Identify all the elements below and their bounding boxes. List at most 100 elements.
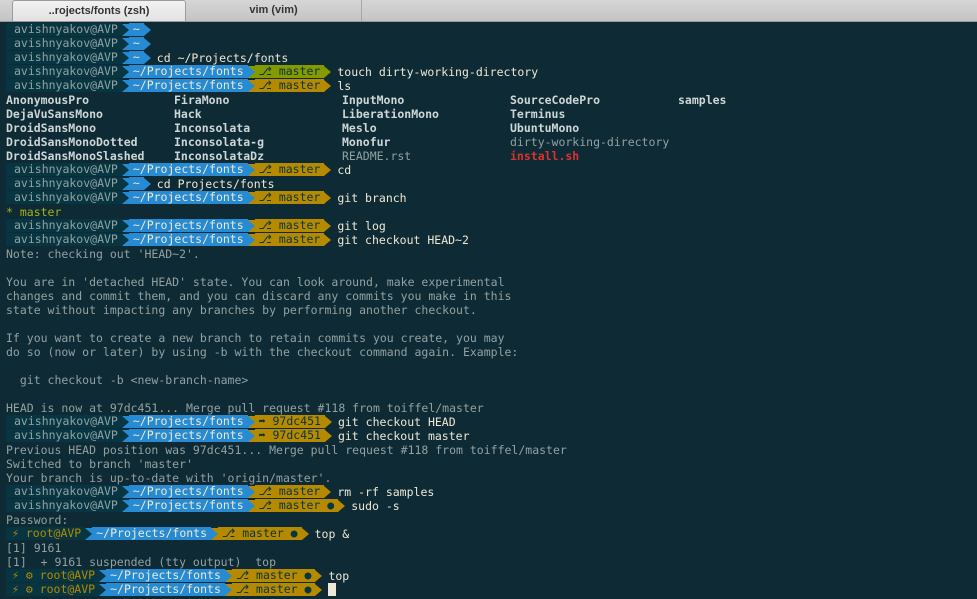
- ls-entry: FiraMono: [174, 93, 230, 107]
- segment-separator-icon: [121, 429, 129, 442]
- prompt: ⚡ ⚙ root@AVP ~/Projects/fonts ⎇ master ●: [6, 569, 323, 582]
- prompt-line: avishnyakov@AVP ~/Projects/fonts ⎇ master g…: [0, 233, 977, 247]
- prompt-line: ⚡ ⚙ root@AVP ~/Projects/fonts ⎇ master ●: [0, 583, 977, 597]
- prompt-segment-path: ~/Projects/fonts: [128, 499, 248, 512]
- prompt-line: avishnyakov@AVP ~/Projects/fonts ⎇ master g…: [0, 191, 977, 205]
- prompt: ⚡ ⚙ root@AVP ~/Projects/fonts ⎇ master ●: [6, 583, 323, 596]
- output-line: HEAD is now at 97dc451... Merge pull req…: [0, 401, 977, 415]
- prompt-segment-path: ~/Projects/fonts: [92, 527, 212, 540]
- terminal-output[interactable]: avishnyakov@AVP ~ avishnyakov@AVP ~ avishnya…: [0, 23, 977, 599]
- command-text: git log: [337, 219, 386, 233]
- command-text: top &: [314, 527, 350, 541]
- prompt-segment-path: ~/Projects/fonts: [128, 485, 248, 498]
- prompt-segment-path: ~/Projects/fonts: [106, 583, 225, 596]
- prompt: ⚡ root@AVP ~/Projects/fonts ⎇ master ●: [6, 527, 309, 540]
- ls-entry: Terminus: [510, 107, 566, 121]
- output-line: git checkout -b <new-branch-name>: [0, 373, 977, 387]
- ls-output-line: DroidSansMonoSlashed InconsolataDz README.…: [0, 149, 977, 163]
- prompt: avishnyakov@AVP ~: [6, 23, 151, 36]
- segment-separator-icon: [121, 191, 129, 204]
- prompt-line: avishnyakov@AVP ~/Projects/fonts ⎇ master g…: [0, 219, 977, 233]
- prompt: avishnyakov@AVP ~/Projects/fonts ⎇ master: [6, 219, 332, 232]
- segment-separator-icon: [143, 37, 151, 50]
- prompt-segment-path: ~/Projects/fonts: [128, 163, 248, 176]
- prompt: avishnyakov@AVP ~: [6, 37, 151, 50]
- command-text: cd: [337, 163, 352, 177]
- prompt-segment-root: ⚡ ⚙ root@AVP: [6, 583, 100, 596]
- segment-separator-icon: [121, 233, 129, 246]
- segment-separator-icon: [85, 527, 93, 540]
- command-text: sudo -s: [351, 499, 400, 513]
- command-text: git checkout HEAD~2: [337, 233, 469, 247]
- segment-separator-icon: [247, 415, 255, 428]
- prompt-segment-clean: ⎇ master: [254, 65, 325, 78]
- ls-entry: Hack: [174, 107, 202, 121]
- prompt: avishnyakov@AVP ~/Projects/fonts ➦ 97dc451: [6, 429, 332, 442]
- ls-entry: LiberationMono: [342, 107, 439, 121]
- tab-vim[interactable]: vim (vim): [186, 0, 362, 21]
- prompt-segment-user: avishnyakov@AVP: [6, 219, 122, 232]
- prompt-line: avishnyakov@AVP ~ cd ~/Projects/fonts: [0, 51, 977, 65]
- output-line: You are in 'detached HEAD' state. You ca…: [0, 275, 977, 289]
- output-text: Your branch is up-to-date with 'origin/m…: [6, 471, 332, 485]
- prompt-segment-path: ~/Projects/fonts: [128, 219, 248, 232]
- command-text: git branch: [337, 191, 407, 205]
- output-line: [1] + 9161 suspended (tty output) top: [0, 555, 977, 569]
- output-text: Previous HEAD position was 97dc451... Me…: [6, 443, 567, 457]
- output-text: do so (now or later) by using -b with th…: [6, 345, 519, 359]
- prompt-segment-path: ~/Projects/fonts: [128, 79, 248, 92]
- segment-separator-icon: [143, 23, 151, 36]
- segment-separator-icon: [324, 429, 332, 442]
- segment-separator-icon: [224, 569, 232, 582]
- prompt-line: avishnyakov@AVP ~/Projects/fonts ⎇ master c…: [0, 163, 977, 177]
- prompt-line: ⚡ ⚙ root@AVP ~/Projects/fonts ⎇ master ● to…: [0, 569, 977, 583]
- segment-separator-icon: [247, 485, 255, 498]
- prompt-line: avishnyakov@AVP ~ cd Projects/fonts: [0, 177, 977, 191]
- prompt-segment-path: ~/Projects/fonts: [128, 233, 248, 246]
- output-line: If you want to create a new branch to re…: [0, 331, 977, 345]
- segment-separator-icon: [247, 163, 255, 176]
- segment-separator-icon: [247, 219, 255, 232]
- prompt-line: avishnyakov@AVP ~/Projects/fonts ⎇ master l…: [0, 79, 977, 93]
- segment-separator-icon: [247, 79, 255, 92]
- segment-separator-icon: [247, 429, 255, 442]
- output-line: changes and commit them, and you can dis…: [0, 289, 977, 303]
- output-text: You are in 'detached HEAD' state. You ca…: [6, 275, 505, 289]
- prompt: avishnyakov@AVP ~: [6, 51, 151, 64]
- output-text: [1] 9161: [6, 541, 62, 555]
- output-text: Switched to branch 'master': [6, 457, 193, 471]
- segment-separator-icon: [99, 583, 107, 596]
- output-text: git checkout -b <new-branch-name>: [6, 373, 249, 387]
- output-text: changes and commit them, and you can dis…: [6, 289, 512, 303]
- prompt-segment-path: ~/Projects/fonts: [128, 191, 248, 204]
- prompt-line: avishnyakov@AVP ~/Projects/fonts ⎇ master t…: [0, 65, 977, 79]
- command-text: ls: [337, 79, 352, 93]
- prompt-line: ⚡ root@AVP ~/Projects/fonts ⎇ master ● top …: [0, 527, 977, 541]
- segment-separator-icon: [247, 499, 255, 512]
- segment-separator-icon: [247, 191, 255, 204]
- command-text: git checkout master: [337, 429, 470, 443]
- output-line: do so (now or later) by using -b with th…: [0, 345, 977, 359]
- command-text: top: [328, 569, 350, 583]
- prompt-segment-path: ~: [128, 51, 144, 64]
- ls-entry: DroidSansMonoDotted: [6, 135, 138, 149]
- prompt-segment-path: ~/Projects/fonts: [106, 569, 225, 582]
- tab-zsh[interactable]: ..rojects/fonts (zsh): [12, 0, 186, 21]
- segment-separator-icon: [99, 569, 107, 582]
- prompt-segment-user: avishnyakov@AVP: [6, 429, 122, 442]
- prompt: avishnyakov@AVP ~: [6, 177, 151, 190]
- segment-separator-icon: [121, 51, 129, 64]
- segment-separator-icon: [121, 65, 129, 78]
- ls-output-line: DroidSansMono Inconsolata Meslo UbuntuMono: [0, 121, 977, 135]
- prompt-segment-user: avishnyakov@AVP: [6, 65, 122, 78]
- ls-entry: UbuntuMono: [510, 121, 580, 135]
- segment-separator-icon: [247, 65, 255, 78]
- prompt-line: avishnyakov@AVP ~/Projects/fonts ➦ 97dc451…: [0, 415, 977, 429]
- ls-entry: InputMono: [342, 93, 405, 107]
- prompt: avishnyakov@AVP ~/Projects/fonts ⎇ master: [6, 485, 332, 498]
- ls-entry: SourceCodePro: [510, 93, 601, 107]
- prompt-segment-user: avishnyakov@AVP: [6, 79, 122, 92]
- ls-entry: Inconsolata: [174, 121, 251, 135]
- prompt-segment-dirty: ➦ 97dc451: [254, 429, 325, 442]
